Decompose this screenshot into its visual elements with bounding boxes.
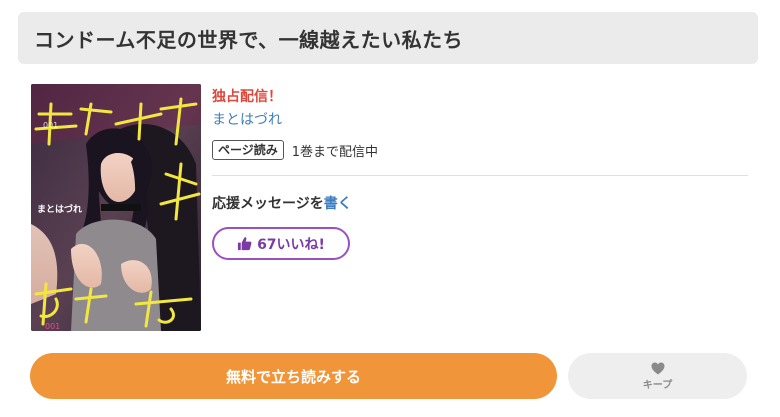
- heart-icon: [651, 362, 664, 374]
- keep-label: キープ: [642, 379, 673, 391]
- free-preview-button[interactable]: 無料で立ち読みする: [30, 353, 557, 399]
- svg-text:001: 001: [43, 121, 58, 130]
- meta-row: ページ読み 1巻まで配信中: [212, 140, 378, 160]
- like-count: 67いいね!: [257, 236, 325, 253]
- support-prefix: 応援メッセージを: [212, 196, 324, 212]
- support-message: 応援メッセージを書く: [212, 193, 352, 213]
- like-button[interactable]: 67いいね!: [212, 227, 350, 260]
- book-cover[interactable]: まとはづれ 001 001: [31, 84, 201, 331]
- keep-button[interactable]: キープ: [568, 353, 747, 399]
- divider: [212, 175, 748, 176]
- title-bar: コンドーム不足の世界で、一線越えたい私たち: [18, 12, 758, 64]
- exclusive-label: 独占配信！: [212, 89, 282, 105]
- free-preview-label: 無料で立ち読みする: [225, 367, 361, 386]
- cover-art: まとはづれ 001 001: [31, 84, 201, 331]
- format-badge: ページ読み: [212, 140, 284, 160]
- page-title: コンドーム不足の世界で、一線越えたい私たち: [34, 27, 464, 52]
- write-support-link[interactable]: 書く: [324, 196, 352, 212]
- svg-text:001: 001: [45, 322, 60, 331]
- author-link[interactable]: まとはづれ: [212, 109, 282, 129]
- volume-status: 1巻まで配信中: [291, 144, 379, 160]
- thumbs-up-icon: [238, 237, 252, 251]
- svg-text:まとはづれ: まとはづれ: [37, 203, 82, 215]
